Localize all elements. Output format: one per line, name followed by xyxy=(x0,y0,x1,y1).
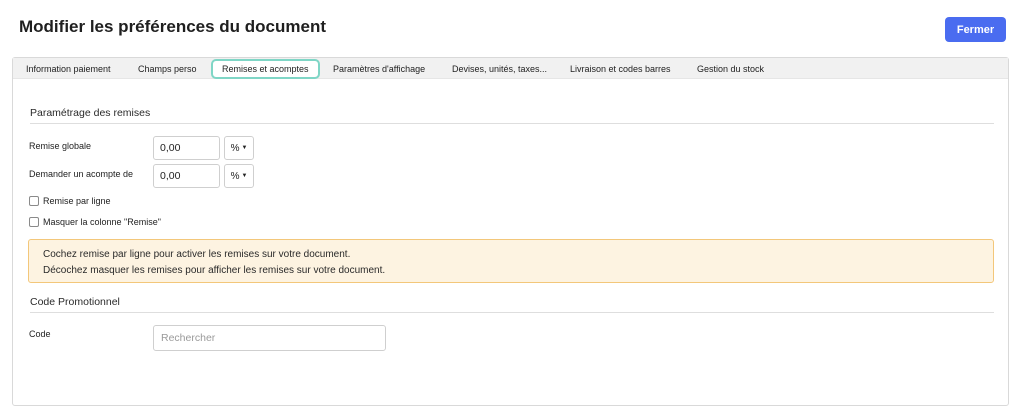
alert-line-1: Cochez remise par ligne pour activer les… xyxy=(43,249,351,260)
close-button[interactable]: Fermer xyxy=(945,17,1006,42)
preferences-panel: Information paiement Champs perso Remise… xyxy=(12,57,1009,406)
section-divider xyxy=(30,123,994,124)
per-line-discount-label: Remise par ligne xyxy=(43,196,111,206)
tab-champs-perso[interactable]: Champs perso xyxy=(138,58,197,79)
hide-discount-column-checkbox-row[interactable]: Masquer la colonne "Remise" xyxy=(29,217,161,227)
promo-section-title: Code Promotionnel xyxy=(30,296,120,308)
deposit-input[interactable]: 0,00 xyxy=(153,164,220,188)
tab-gestion-du-stock[interactable]: Gestion du stock xyxy=(697,58,764,79)
tab-bar: Information paiement Champs perso Remise… xyxy=(13,58,1008,79)
caret-down-icon: ▼ xyxy=(241,173,248,179)
global-discount-input[interactable]: 0,00 xyxy=(153,136,220,160)
page-title: Modifier les préférences du document xyxy=(19,17,327,36)
alert-line-2: Décochez masquer les remises pour affich… xyxy=(43,265,386,276)
tab-information-paiement[interactable]: Information paiement xyxy=(26,58,111,79)
global-discount-label: Remise globale xyxy=(29,141,92,151)
promo-code-label: Code xyxy=(29,329,51,339)
tab-livraison-codes-barres[interactable]: Livraison et codes barres xyxy=(570,58,671,79)
section-divider xyxy=(30,312,994,313)
discounts-section-title: Paramétrage des remises xyxy=(30,107,151,119)
tab-devises-unites-taxes[interactable]: Devises, unités, taxes... xyxy=(452,58,547,79)
deposit-unit-select[interactable]: % ▼ xyxy=(224,164,254,188)
deposit-unit-value: % xyxy=(230,170,240,182)
global-discount-unit-value: % xyxy=(230,142,240,154)
global-discount-unit-select[interactable]: % ▼ xyxy=(224,136,254,160)
hide-discount-column-label: Masquer la colonne "Remise" xyxy=(43,217,161,227)
tab-parametres-affichage[interactable]: Paramètres d'affichage xyxy=(333,58,425,79)
info-alert: Cochez remise par ligne pour activer les… xyxy=(28,239,994,283)
tab-remises-et-acomptes[interactable]: Remises et acomptes xyxy=(211,59,320,79)
promo-code-search-input[interactable] xyxy=(153,325,386,351)
per-line-discount-checkbox-row[interactable]: Remise par ligne xyxy=(29,196,111,206)
deposit-label: Demander un acompte de xyxy=(29,169,134,179)
hide-discount-column-checkbox[interactable] xyxy=(29,217,39,227)
per-line-discount-checkbox[interactable] xyxy=(29,196,39,206)
caret-down-icon: ▼ xyxy=(241,145,248,151)
